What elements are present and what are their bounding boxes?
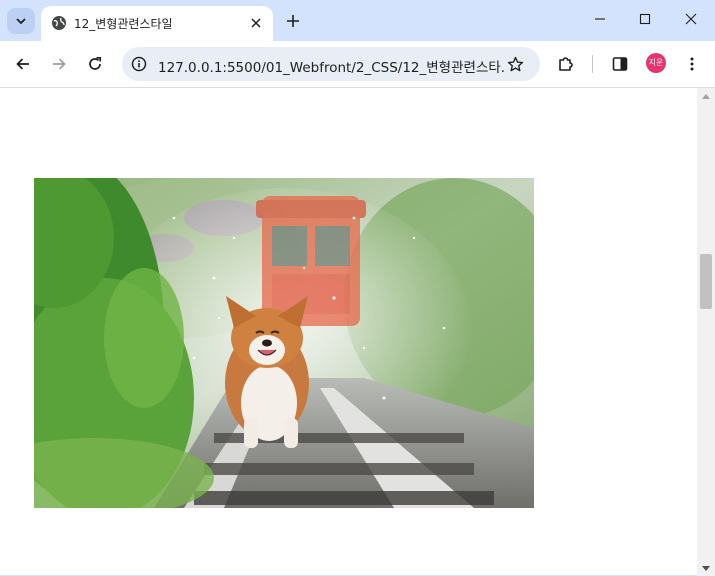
- plus-icon: [287, 15, 299, 27]
- corgi-photo: [34, 178, 534, 508]
- more-vert-icon: [690, 57, 694, 71]
- tab-search-button[interactable]: [7, 8, 35, 34]
- site-info-button[interactable]: [130, 55, 148, 73]
- scroll-down-icon: [702, 565, 710, 571]
- scroll-down-button[interactable]: [697, 561, 715, 576]
- toolbar-divider: [592, 55, 593, 73]
- scroll-up-button[interactable]: [697, 88, 715, 103]
- reload-button[interactable]: [82, 51, 108, 77]
- forward-arrow-icon: [53, 58, 66, 70]
- forward-button[interactable]: [46, 51, 72, 77]
- tab-close-button[interactable]: [248, 15, 264, 31]
- chevron-down-icon: [16, 18, 26, 25]
- star-icon: [507, 56, 523, 71]
- reload-icon: [89, 56, 102, 70]
- vertical-scrollbar[interactable]: [697, 88, 715, 576]
- page-viewport: [0, 87, 715, 576]
- globe-icon: [52, 16, 66, 30]
- menu-button[interactable]: [679, 51, 705, 77]
- minimize-button[interactable]: [577, 0, 623, 38]
- browser-toolbar: 127.0.0.1:5500/01_Webfront/2_CSS/12_변형관련…: [0, 41, 715, 87]
- active-tab[interactable]: 12_변형관련스타일: [41, 6, 273, 41]
- close-icon: [251, 18, 261, 28]
- maximize-icon: [639, 13, 651, 25]
- url-text[interactable]: 127.0.0.1:5500/01_Webfront/2_CSS/12_변형관련…: [158, 56, 504, 76]
- back-button[interactable]: [10, 51, 36, 77]
- extensions-button[interactable]: [553, 51, 579, 77]
- address-bar[interactable]: 127.0.0.1:5500/01_Webfront/2_CSS/12_변형관련…: [122, 47, 540, 81]
- profile-avatar[interactable]: 지운: [646, 53, 666, 73]
- new-tab-button[interactable]: [283, 11, 303, 31]
- tab-strip: 12_변형관련스타일: [0, 0, 715, 41]
- minimize-icon: [595, 18, 605, 20]
- close-icon: [685, 13, 697, 25]
- scroll-up-icon: [702, 93, 710, 99]
- side-panel-icon: [612, 57, 628, 71]
- tab-title: 12_변형관련스타일: [74, 17, 173, 31]
- back-arrow-icon: [16, 58, 29, 70]
- puzzle-icon: [559, 57, 573, 71]
- window-close-button[interactable]: [668, 0, 714, 38]
- maximize-button[interactable]: [622, 0, 668, 38]
- bookmark-button[interactable]: [506, 55, 524, 73]
- info-icon: [131, 56, 147, 72]
- side-panel-button[interactable]: [607, 51, 633, 77]
- browser-window: 12_변형관련스타일 127.0.0.1:5500/01_Webfront/2_…: [0, 0, 715, 576]
- scrollbar-thumb[interactable]: [700, 254, 712, 309]
